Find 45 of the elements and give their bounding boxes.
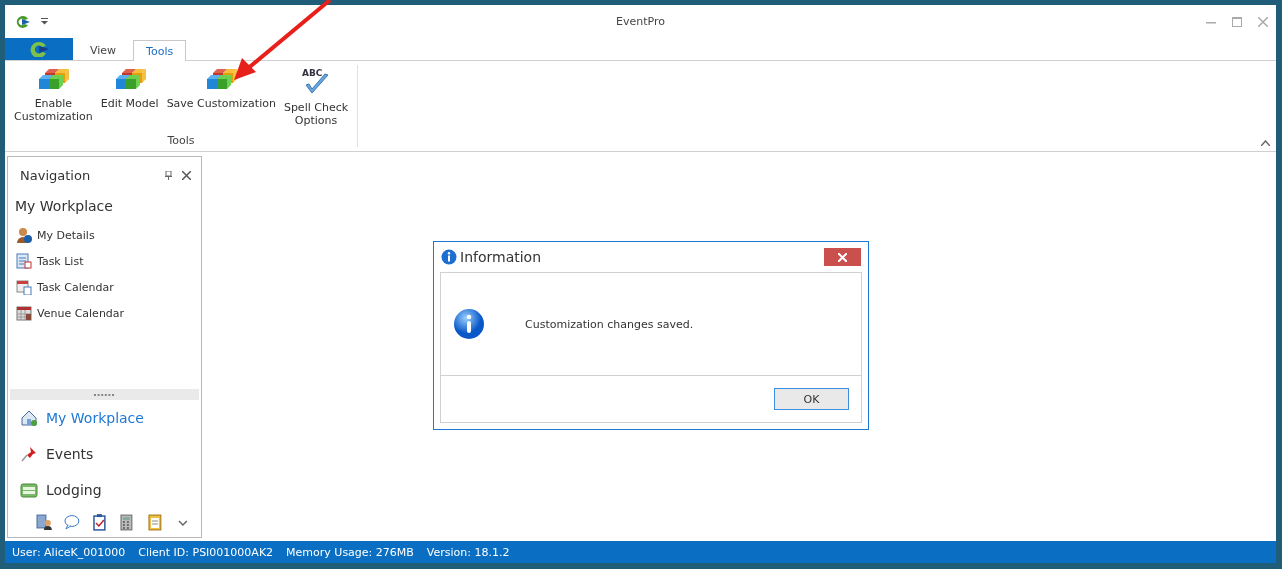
ribbon-button[interactable]: Edit Model bbox=[97, 65, 162, 129]
section-title: My Workplace bbox=[15, 198, 113, 214]
nav-module[interactable]: Events bbox=[8, 436, 201, 472]
pushpin-icon bbox=[20, 445, 38, 463]
info-icon bbox=[441, 249, 457, 265]
status-text: Version: 18.1.2 bbox=[426, 545, 510, 559]
grip-icon bbox=[94, 393, 115, 396]
person-icon bbox=[16, 227, 32, 243]
status-text: Memory Usage: 276MB bbox=[286, 545, 414, 559]
collapse-icon[interactable] bbox=[1261, 140, 1270, 146]
calendar-icon bbox=[16, 305, 32, 321]
nav-item[interactable]: Venue Calendar bbox=[8, 300, 201, 326]
speech-bubble-icon[interactable] bbox=[63, 514, 80, 531]
document-icon bbox=[16, 253, 32, 269]
dropdown-icon[interactable] bbox=[41, 18, 48, 25]
dialog-title: Information bbox=[460, 249, 542, 265]
calendar-icon bbox=[16, 279, 32, 295]
panel-title: Navigation bbox=[20, 167, 91, 183]
ribbon-tab[interactable]: Tools bbox=[133, 40, 187, 61]
status-text: User: AliceK_001000 bbox=[12, 545, 126, 559]
close-icon bbox=[838, 252, 847, 262]
clipboard-icon[interactable] bbox=[91, 514, 108, 531]
pin-icon[interactable] bbox=[165, 170, 172, 180]
house-icon bbox=[20, 409, 38, 427]
ribbon-button[interactable]: Enable Customization bbox=[11, 65, 96, 129]
info-icon bbox=[453, 308, 485, 340]
group-label: Tools bbox=[167, 134, 195, 147]
nav-module[interactable]: My Workplace bbox=[8, 400, 201, 436]
nav-item[interactable]: My Details bbox=[8, 222, 201, 248]
nav-item[interactable]: Task List bbox=[8, 248, 201, 274]
close-button[interactable] bbox=[824, 248, 861, 266]
ribbon-button[interactable]: ABC Spell Check Options bbox=[280, 65, 352, 129]
calculator-icon[interactable] bbox=[119, 514, 136, 531]
dialog-message: Customization changes saved. bbox=[525, 317, 694, 331]
nav-module[interactable]: Lodging bbox=[8, 472, 201, 508]
ok-button[interactable]: OK bbox=[774, 388, 849, 410]
splitter-grip[interactable] bbox=[10, 389, 199, 400]
notepad-icon[interactable] bbox=[147, 514, 164, 531]
status-text: Client ID: PSI001000AK2 bbox=[138, 545, 274, 559]
close-icon[interactable] bbox=[182, 170, 191, 180]
nav-item[interactable]: Task Calendar bbox=[8, 274, 201, 300]
window-title: EventPro bbox=[616, 15, 665, 28]
contacts-icon[interactable] bbox=[36, 514, 52, 531]
app-menu-button[interactable] bbox=[5, 38, 73, 60]
bed-icon bbox=[20, 481, 38, 499]
